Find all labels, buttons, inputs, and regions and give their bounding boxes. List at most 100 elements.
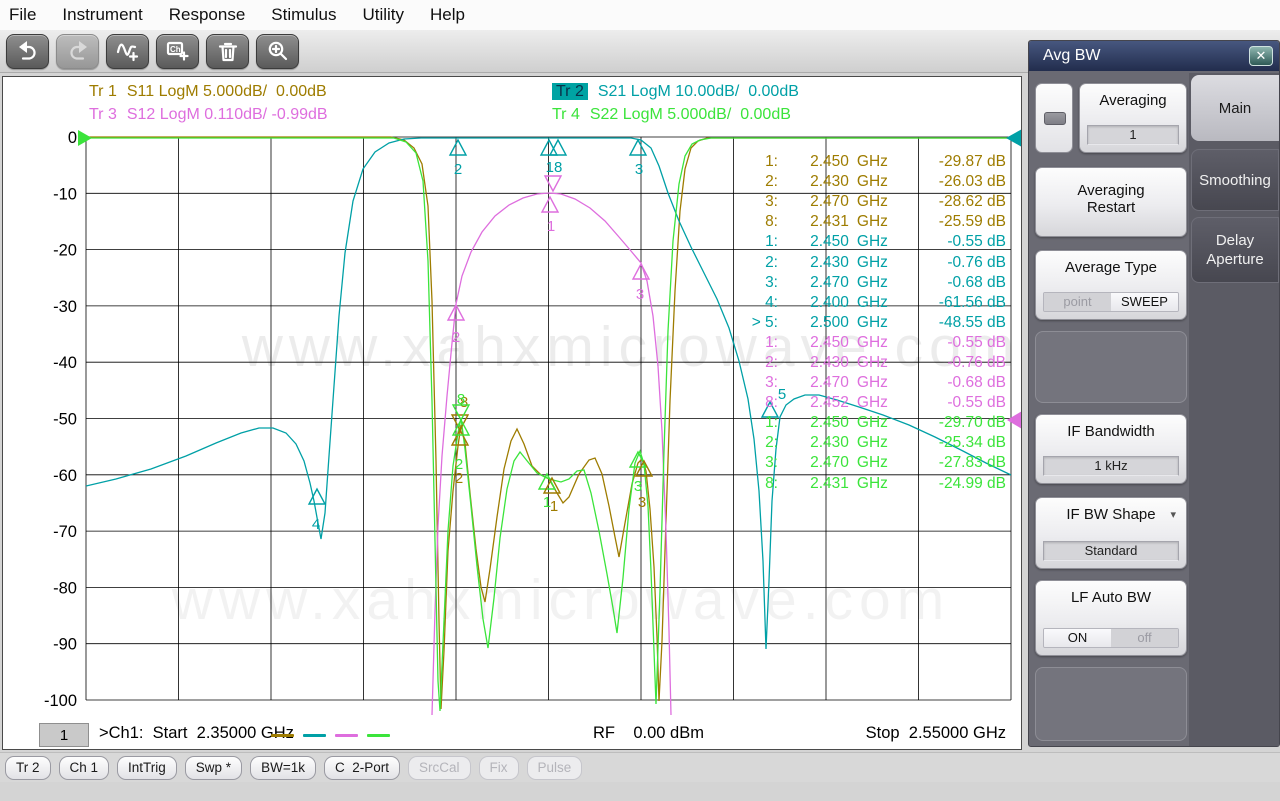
averaging-value: 1: [1087, 125, 1179, 145]
panel-tab-column: Main Smoothing Delay Aperture: [1189, 73, 1279, 746]
marker-value: -29.87 dB: [938, 153, 1006, 171]
marker-value: -0.76 dB: [947, 353, 1006, 371]
trash-icon: [218, 42, 237, 62]
marker-value: -26.03 dB: [938, 173, 1006, 191]
add-channel-button[interactable]: Ch: [156, 33, 199, 69]
y-axis-tick-label: -40: [53, 354, 77, 372]
trace-id[interactable]: Tr 1: [89, 83, 117, 100]
menu-item-help[interactable]: Help: [430, 5, 465, 25]
marker-row: > 5: 2.500 GHz -48.55 dB: [736, 313, 1006, 333]
averaging-button[interactable]: Averaging 1: [1079, 83, 1187, 153]
marker-label: 4: [312, 516, 320, 533]
average-type-sweep-option[interactable]: SWEEP: [1111, 293, 1178, 311]
marker-value: -27.83 dB: [938, 454, 1006, 472]
channel-badge[interactable]: 1: [39, 723, 89, 747]
lf-auto-bw-on-option[interactable]: ON: [1044, 629, 1111, 647]
menu-item-stimulus[interactable]: Stimulus: [271, 5, 336, 25]
y-axis-tick-label: -90: [53, 636, 77, 654]
marker-frequency: 2.430 GHz: [810, 434, 888, 452]
menu-item-file[interactable]: File: [9, 5, 36, 25]
status-button-bw-1k[interactable]: BW=1k: [250, 755, 316, 780]
reference-level-arrow: [1007, 411, 1021, 429]
status-button-inttrig[interactable]: IntTrig: [117, 755, 177, 780]
average-type-toggle[interactable]: point SWEEP: [1043, 292, 1179, 312]
avg-bw-panel: Avg BW ✕ Averaging 1 Averaging Restart A…: [1028, 40, 1280, 747]
if-bandwidth-label: IF Bandwidth: [1067, 423, 1155, 440]
status-bar: Tr 2 Ch 1 IntTrig Swp * BW=1k C 2-Port SrcCal F…: [0, 752, 1280, 782]
marker-readout-table: 1: 2.450 GHz -29.87 dB 2: 2.430 GHz -26.03 dB 3:…: [736, 152, 1006, 494]
averaging-toggle-button[interactable]: [1035, 83, 1073, 153]
status-button-tr-2[interactable]: Tr 2: [5, 755, 51, 780]
trace-legend: [271, 734, 390, 737]
y-axis-tick-label: -30: [53, 298, 77, 316]
close-icon[interactable]: ✕: [1249, 46, 1273, 66]
marker-frequency: 2.470 GHz: [810, 374, 888, 392]
marker-value: -48.55 dB: [938, 313, 1006, 331]
trace-title-tr1[interactable]: Tr 1 S11 LogM 5.000dB/ 0.00dB: [89, 83, 327, 101]
zoom-in-button[interactable]: [256, 33, 299, 69]
status-button-swp-[interactable]: Swp *: [184, 755, 243, 780]
marker-triangle: [540, 195, 560, 213]
lf-auto-bw-toggle[interactable]: ON off: [1043, 628, 1179, 648]
panel-header[interactable]: Avg BW ✕: [1029, 41, 1279, 71]
marker-frequency: 2.470 GHz: [810, 454, 888, 472]
add-trace-button[interactable]: [106, 33, 149, 69]
if-bw-shape-value: Standard: [1043, 541, 1179, 561]
marker-frequency: 2.452 GHz: [810, 394, 888, 412]
marker-label: 1: [550, 498, 558, 515]
marker-row: 8: 2.431 GHz -24.99 dB: [736, 474, 1006, 494]
marker-triangle: [543, 175, 563, 193]
rf-power-label: RF 0.00 dBm: [593, 724, 704, 742]
marker-row: 4: 2.400 GHz -61.56 dB: [736, 293, 1006, 313]
averaging-led-indicator: [1044, 112, 1066, 125]
legend-dash-tr1: [271, 734, 294, 737]
reference-level-arrow: [1006, 129, 1021, 147]
if-bandwidth-button[interactable]: IF Bandwidth 1 kHz: [1035, 414, 1187, 484]
delete-button[interactable]: [206, 33, 249, 69]
lf-auto-bw-button[interactable]: LF Auto BW ON off: [1035, 580, 1187, 656]
status-button-c-2-port[interactable]: C 2-Port: [323, 755, 400, 780]
menu-item-response[interactable]: Response: [169, 5, 246, 25]
channel-strip: 1 >Ch1: Start 2.35000 GHz RF 0.00 dBm St…: [3, 721, 1021, 749]
marker-number: 4:: [765, 293, 778, 311]
active-trace-badge[interactable]: Tr 2: [552, 83, 588, 100]
trace-format-label: S12 LogM 0.110dB/ -0.99dB: [126, 106, 328, 123]
trace-id[interactable]: Tr 3: [89, 106, 117, 123]
average-type-button[interactable]: Average Type point SWEEP: [1035, 250, 1187, 320]
trace-title-tr2[interactable]: Tr 2 S21 LogM 10.00dB/ 0.00dB: [552, 83, 799, 101]
status-button-pulse: Pulse: [526, 755, 583, 780]
trace-s12: [431, 192, 672, 716]
trace-id[interactable]: Tr 4: [552, 106, 580, 123]
average-type-point-option[interactable]: point: [1044, 293, 1111, 311]
marker-number: 3:: [765, 454, 778, 472]
averaging-restart-button[interactable]: Averaging Restart: [1035, 167, 1187, 237]
y-axis-tick-label: 0: [68, 129, 77, 147]
graph-area: www.xahxmicrowave.com www.xahxmicrowave.c…: [2, 76, 1022, 750]
undo-icon: [18, 41, 36, 60]
redo-button[interactable]: [56, 33, 99, 69]
trace-title-tr4[interactable]: Tr 4 S22 LogM 5.000dB/ 0.00dB: [552, 106, 791, 124]
menu-item-utility[interactable]: Utility: [362, 5, 404, 25]
if-bw-shape-button[interactable]: IF BW Shape ▾ Standard: [1035, 497, 1187, 569]
stop-frequency-label: Stop 2.55000 GHz: [865, 724, 1006, 742]
redo-icon: [69, 41, 87, 60]
marker-frequency: 2.400 GHz: [810, 293, 888, 311]
marker-frequency: 2.470 GHz: [810, 193, 888, 211]
trace-title-tr3[interactable]: Tr 3 S12 LogM 0.110dB/ -0.99dB: [89, 106, 328, 124]
tab-delay-aperture[interactable]: Delay Aperture: [1191, 217, 1279, 283]
status-button-ch-1[interactable]: Ch 1: [58, 755, 110, 780]
lf-auto-bw-off-option[interactable]: off: [1111, 629, 1178, 647]
menu-item-instrument[interactable]: Instrument: [62, 5, 142, 25]
marker-value: -0.55 dB: [947, 394, 1006, 412]
averaging-label: Averaging: [1099, 92, 1167, 109]
marker-frequency: 2.450 GHz: [810, 233, 888, 251]
tab-smoothing[interactable]: Smoothing: [1191, 149, 1279, 211]
marker-row: 8: 2.452 GHz -0.55 dB: [736, 393, 1006, 413]
tab-main[interactable]: Main: [1191, 75, 1279, 141]
marker-label: 1: [547, 218, 555, 235]
undo-button[interactable]: [6, 33, 49, 69]
marker-label: 3: [634, 478, 642, 495]
add-channel-icon: Ch: [166, 41, 189, 61]
marker-row: 3: 2.470 GHz -0.68 dB: [736, 373, 1006, 393]
if-bandwidth-value: 1 kHz: [1043, 456, 1179, 476]
